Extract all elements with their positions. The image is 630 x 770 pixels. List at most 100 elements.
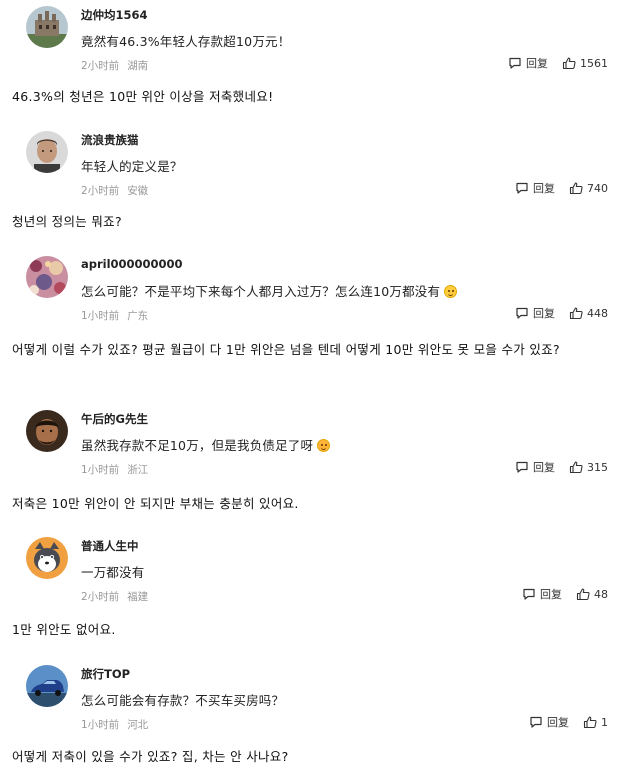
thumbs-up-icon bbox=[562, 57, 576, 70]
comment-bubble-icon bbox=[530, 716, 542, 728]
reply-label: 回复 bbox=[533, 461, 555, 474]
comment-card: 午后的G先生 虽然我存款不足10万，但是我负债足了呀 1小时前 浙江 回复 315 bbox=[0, 404, 630, 484]
comment-text-body: 怎么可能？不是平均下来每个人都月入过万？怎么连10万都没有 bbox=[81, 284, 441, 299]
comment-text: 年轻人的定义是？ bbox=[81, 156, 183, 175]
man-portrait-avatar-image bbox=[26, 131, 68, 173]
like-count: 315 bbox=[587, 460, 608, 474]
sports-car-avatar-image bbox=[26, 665, 68, 707]
comment-bubble-icon bbox=[516, 182, 528, 194]
comment-card: 旅行TOP 怎么可能会有存款？不买车买房吗？ 1小时前 河北 回复 1 bbox=[0, 659, 630, 739]
comment-text: 一万都没有 bbox=[81, 562, 145, 581]
comment-location: 浙江 bbox=[127, 464, 149, 476]
comment-card: 边仲均1564 竟然有46.3%年轻人存款超10万元！ 2小时前 湖南 回复 15… bbox=[0, 0, 630, 80]
comment-text: 虽然我存款不足10万，但是我负债足了呀 bbox=[81, 435, 331, 454]
reply-label: 回复 bbox=[540, 588, 562, 601]
comment-actions: 回复 448 bbox=[515, 305, 608, 321]
comment-meta: 2小时前 安徽 bbox=[81, 183, 148, 198]
comment-meta: 2小时前 湖南 bbox=[81, 58, 148, 73]
floral-pattern-avatar-image bbox=[26, 256, 68, 298]
comment-meta: 1小时前 广东 bbox=[81, 308, 148, 323]
comment-location: 广东 bbox=[127, 310, 149, 322]
comment-meta: 1小时前 浙江 bbox=[81, 462, 148, 477]
comment-text: 怎么可能会有存款？不买车买房吗？ bbox=[81, 690, 284, 709]
comment-actions: 回复 1 bbox=[529, 714, 608, 730]
comment-card: 普通人生中 一万都没有 2小时前 福建 回复 48 bbox=[0, 531, 630, 611]
reply-button[interactable]: 回复 bbox=[515, 305, 555, 321]
user-avatar[interactable] bbox=[26, 537, 68, 579]
username[interactable]: 旅行TOP bbox=[81, 666, 130, 682]
comment-actions: 回复 315 bbox=[515, 459, 608, 475]
reply-button[interactable]: 回复 bbox=[522, 586, 562, 602]
username[interactable]: 普通人生中 bbox=[81, 538, 139, 554]
reply-button[interactable]: 回复 bbox=[515, 459, 555, 475]
comment-meta: 1小时前 河北 bbox=[81, 717, 148, 732]
comment-time: 2小时前 bbox=[81, 60, 120, 72]
reply-label: 回复 bbox=[547, 716, 569, 729]
comment-text: 竟然有46.3%年轻人存款超10万元！ bbox=[81, 31, 290, 50]
like-count: 448 bbox=[587, 306, 608, 320]
comment-time: 1小时前 bbox=[81, 464, 120, 476]
comment-text-body: 虽然我存款不足10万，但是我负债足了呀 bbox=[81, 438, 314, 453]
comment-location: 安徽 bbox=[127, 185, 149, 197]
comment-location: 湖南 bbox=[127, 60, 149, 72]
slightly-smiling-face-icon bbox=[444, 285, 458, 298]
comment-translation: 어떻게 저축이 있을 수가 있죠? 집, 차는 안 사나요? bbox=[12, 749, 289, 764]
comment-actions: 回复 48 bbox=[522, 586, 608, 602]
user-avatar[interactable] bbox=[26, 665, 68, 707]
comment-translation: 어떻게 이럴 수가 있죠? 평균 월급이 다 1만 위안은 넘을 텐데 어떻게 … bbox=[12, 342, 560, 357]
comment-meta: 2小时前 福建 bbox=[81, 589, 148, 604]
like-button[interactable]: 48 bbox=[576, 587, 608, 601]
like-button[interactable]: 740 bbox=[569, 181, 608, 195]
comment-actions: 回复 740 bbox=[515, 180, 608, 196]
reply-label: 回复 bbox=[526, 57, 548, 70]
user-avatar[interactable] bbox=[26, 6, 68, 48]
comment-translation: 46.3%의 청년은 10만 위안 이상을 저축했네요! bbox=[12, 89, 274, 104]
castle-avatar-image bbox=[26, 6, 68, 48]
username[interactable]: 边仲均1564 bbox=[81, 7, 148, 23]
comment-text-body: 怎么可能会有存款？不买车买房吗？ bbox=[81, 693, 285, 708]
comment-text-body: 一万都没有 bbox=[81, 565, 145, 580]
comment-time: 2小时前 bbox=[81, 591, 120, 603]
like-button[interactable]: 1 bbox=[583, 715, 608, 729]
comment-translation: 1만 위안도 없어요. bbox=[12, 622, 116, 637]
comment-text-body: 年轻人的定义是？ bbox=[81, 159, 183, 174]
comment-translation: 청년의 정의는 뭐죠? bbox=[12, 214, 122, 229]
like-count: 1561 bbox=[580, 56, 608, 70]
like-count: 740 bbox=[587, 181, 608, 195]
like-button[interactable]: 448 bbox=[569, 306, 608, 320]
username[interactable]: 午后的G先生 bbox=[81, 411, 148, 427]
reply-label: 回复 bbox=[533, 182, 555, 195]
comment-time: 1小时前 bbox=[81, 310, 120, 322]
comment-translation: 저축은 10만 위안이 안 되지만 부채는 충분히 있어요. bbox=[12, 496, 299, 511]
comment-time: 1小时前 bbox=[81, 719, 120, 731]
thumbs-up-icon bbox=[583, 716, 597, 729]
thumbs-up-icon bbox=[576, 588, 590, 601]
comment-actions: 回复 1561 bbox=[508, 55, 608, 71]
reply-button[interactable]: 回复 bbox=[508, 55, 548, 71]
user-avatar[interactable] bbox=[26, 410, 68, 452]
user-avatar[interactable] bbox=[26, 256, 68, 298]
astonished-face-icon bbox=[317, 439, 331, 452]
comment-bubble-icon bbox=[516, 307, 528, 319]
user-avatar[interactable] bbox=[26, 131, 68, 173]
comment-bubble-icon bbox=[509, 57, 521, 69]
comment-bubble-icon bbox=[516, 461, 528, 473]
thumbs-up-icon bbox=[569, 182, 583, 195]
comment-text: 怎么可能？不是平均下来每个人都月入过万？怎么连10万都没有 bbox=[81, 281, 458, 300]
like-count: 48 bbox=[594, 587, 608, 601]
like-button[interactable]: 1561 bbox=[562, 56, 608, 70]
username[interactable]: 流浪贵族猫 bbox=[81, 132, 139, 148]
comment-card: 流浪贵族猫 年轻人的定义是？ 2小时前 安徽 回复 740 bbox=[0, 125, 630, 205]
comment-text-body: 竟然有46.3%年轻人存款超10万元！ bbox=[81, 34, 291, 49]
username[interactable]: april000000000 bbox=[81, 257, 183, 271]
comment-bubble-icon bbox=[523, 588, 535, 600]
man-film-still-avatar-image bbox=[26, 410, 68, 452]
like-button[interactable]: 315 bbox=[569, 460, 608, 474]
husky-dog-avatar-image bbox=[26, 537, 68, 579]
like-count: 1 bbox=[601, 715, 608, 729]
reply-button[interactable]: 回复 bbox=[529, 714, 569, 730]
reply-label: 回复 bbox=[533, 307, 555, 320]
reply-button[interactable]: 回复 bbox=[515, 180, 555, 196]
comment-card: april000000000 怎么可能？不是平均下来每个人都月入过万？怎么连10… bbox=[0, 250, 630, 330]
thumbs-up-icon bbox=[569, 307, 583, 320]
